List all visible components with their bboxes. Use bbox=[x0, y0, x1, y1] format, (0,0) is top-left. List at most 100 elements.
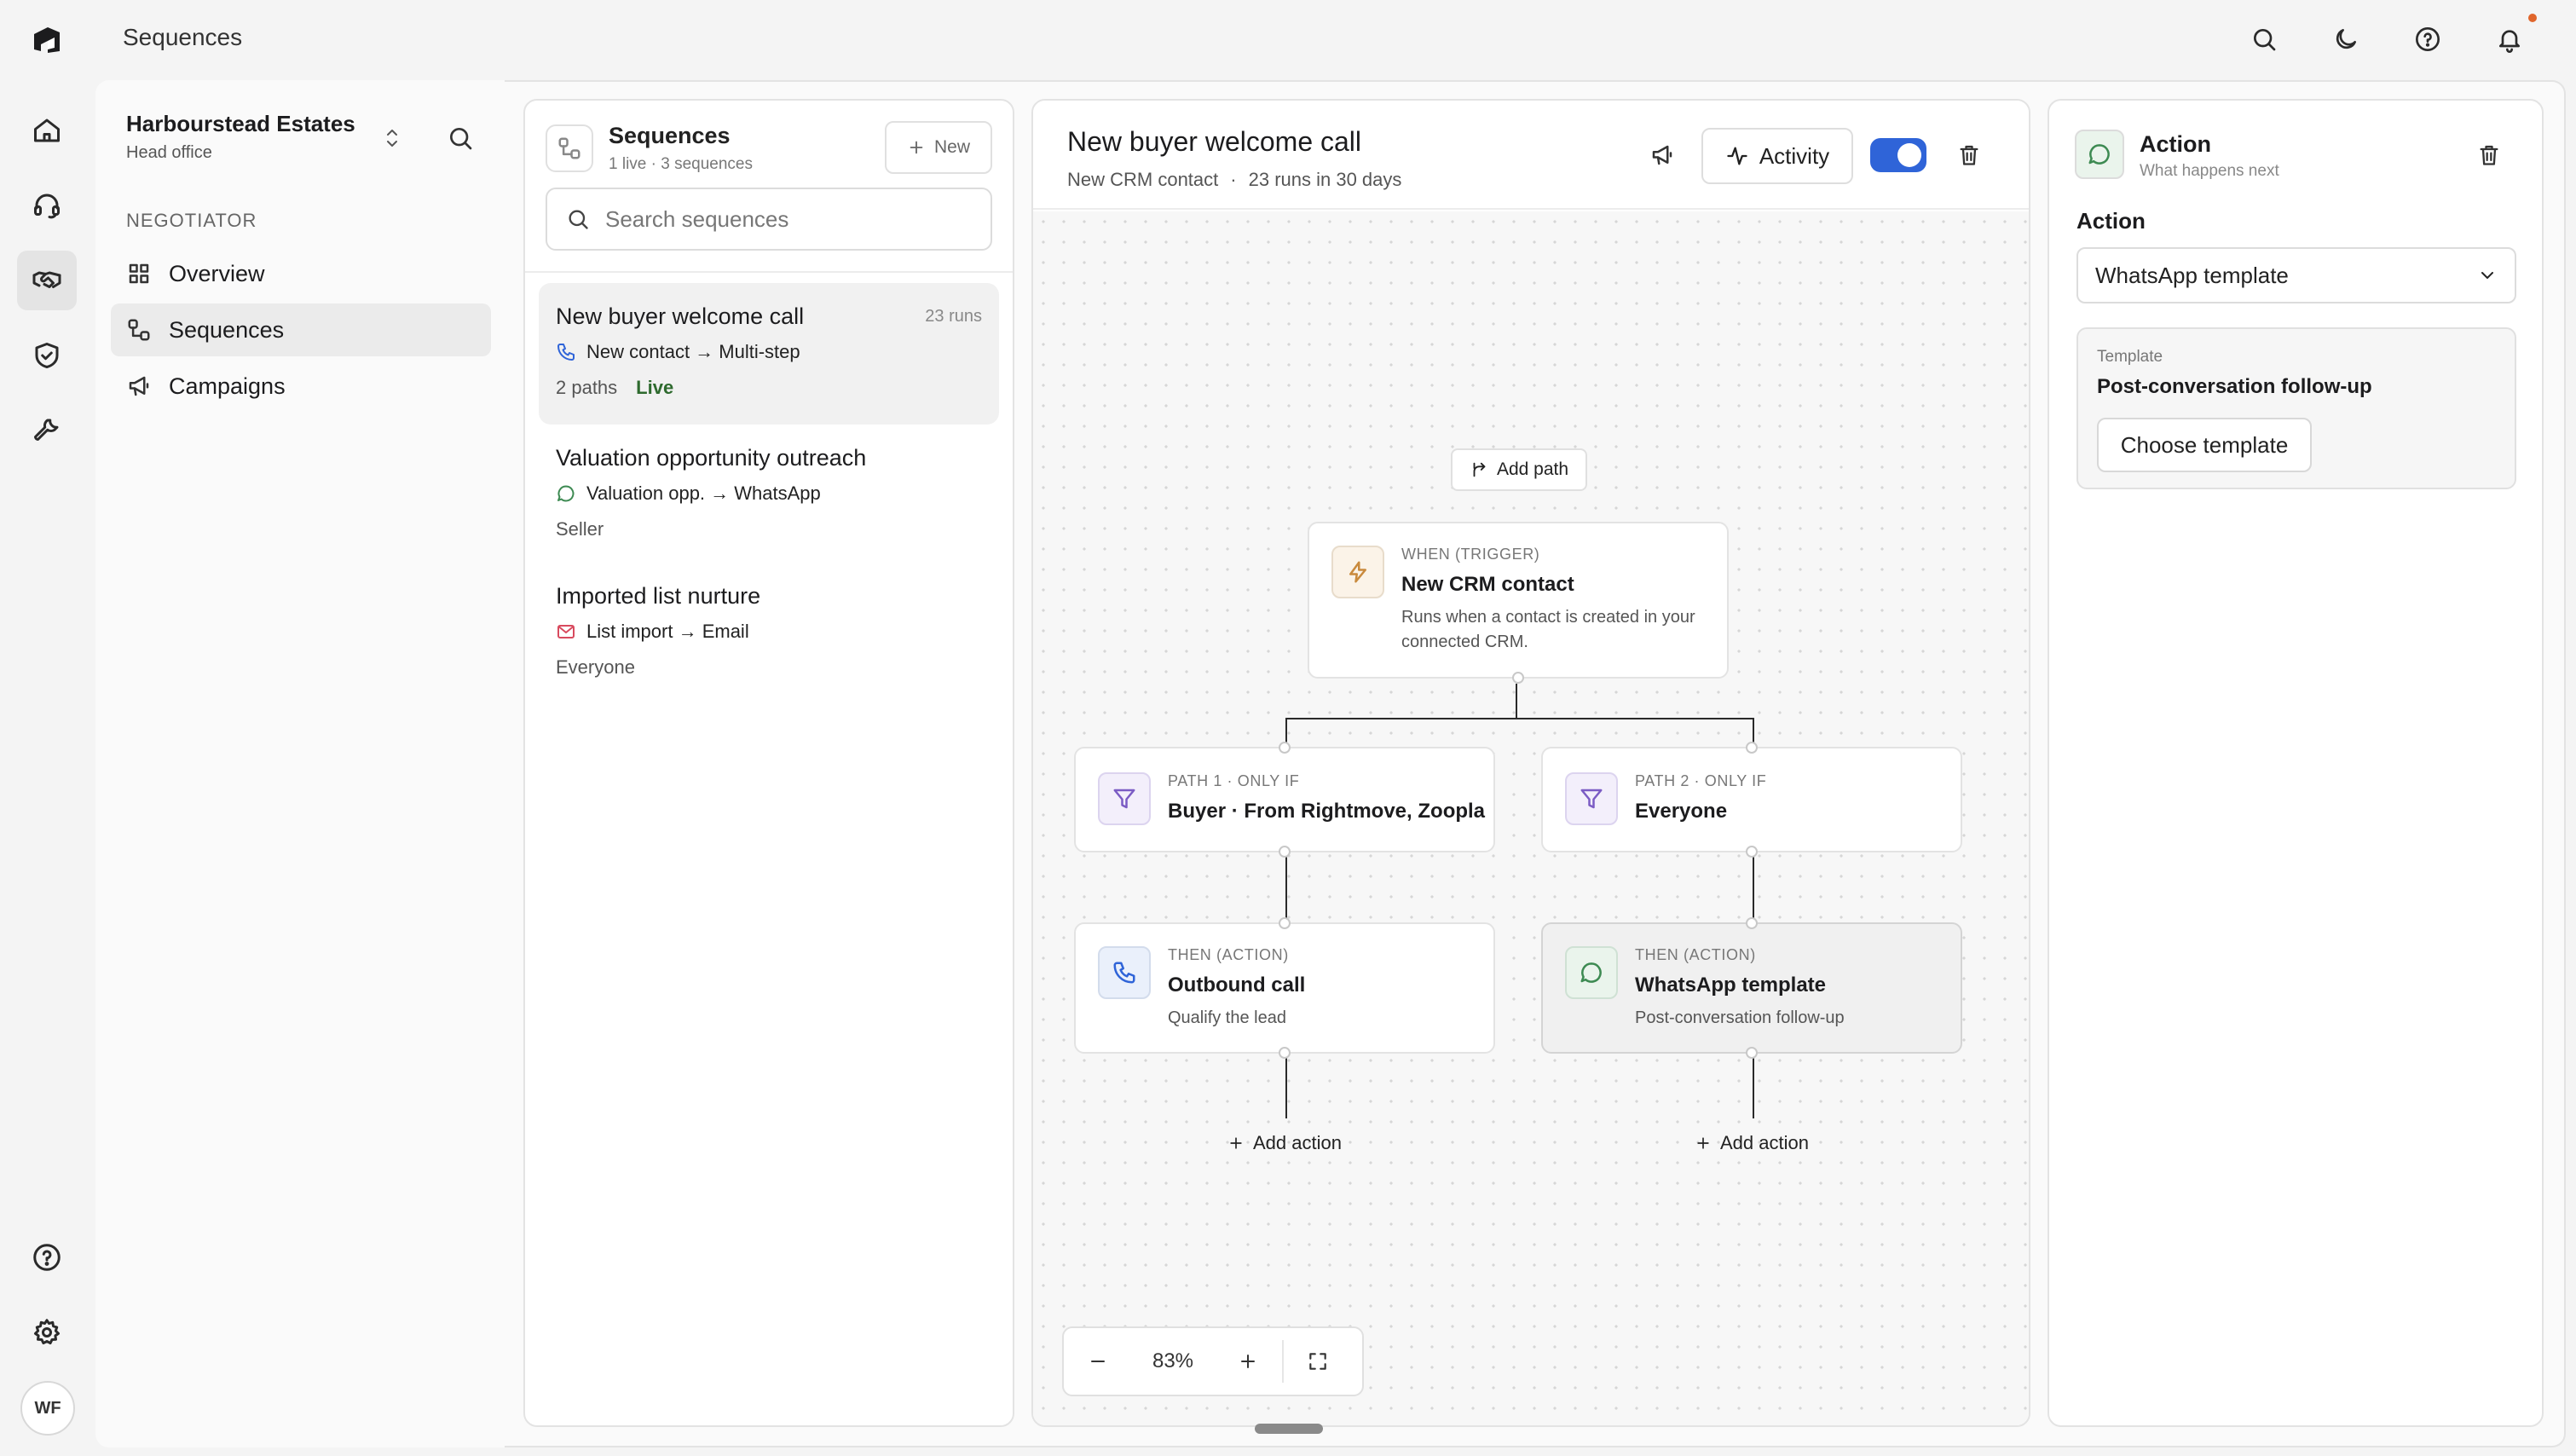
sidebar-item-label: Campaigns bbox=[169, 373, 286, 399]
input-port[interactable] bbox=[1746, 917, 1758, 929]
new-sequence-label: New bbox=[933, 137, 970, 157]
sequences-panel-title: Sequences bbox=[609, 123, 731, 148]
output-port[interactable] bbox=[1279, 846, 1291, 858]
sequence-item-imported-list-nurture[interactable]: Imported list nurture List import → Emai… bbox=[539, 563, 999, 701]
zoom-controls: 83% bbox=[1062, 1326, 1364, 1396]
output-port[interactable] bbox=[1746, 1047, 1758, 1059]
page-title: Sequences bbox=[123, 24, 243, 50]
config-subtitle: What happens next bbox=[2140, 162, 2279, 180]
choose-template-button[interactable]: Choose template bbox=[2097, 418, 2312, 472]
flow-run-count: 23 runs in 30 days bbox=[1248, 169, 1402, 190]
plus-icon bbox=[910, 141, 923, 154]
settings-gear-icon[interactable] bbox=[17, 1303, 77, 1362]
output-port[interactable] bbox=[1746, 846, 1758, 858]
megaphone-icon[interactable] bbox=[1638, 131, 1686, 179]
phone-icon bbox=[557, 344, 575, 361]
sequence-flow: New contact → Multi-step bbox=[586, 341, 800, 362]
flow-canvas-panel: New buyer welcome call New CRM contact ·… bbox=[1031, 99, 2030, 1427]
activity-label: Activity bbox=[1759, 142, 1830, 169]
node-title: Everyone bbox=[1635, 800, 1728, 823]
divider bbox=[525, 271, 1013, 273]
sequence-icon bbox=[128, 319, 150, 341]
node-kicker: WHEN (TRIGGER) bbox=[1401, 546, 1540, 563]
chevron-down-icon bbox=[2481, 272, 2493, 279]
zoom-out-minus-icon[interactable] bbox=[1064, 1327, 1132, 1395]
filter-icon bbox=[1565, 772, 1618, 825]
filter-icon bbox=[1098, 772, 1151, 825]
template-label: Template bbox=[2097, 348, 2163, 366]
plus-icon bbox=[1230, 1137, 1242, 1149]
branch-icon bbox=[1473, 462, 1486, 477]
add-action-button[interactable]: Add action bbox=[1695, 1132, 1809, 1154]
input-port[interactable] bbox=[1279, 917, 1291, 929]
node-kicker: PATH 2 · ONLY IF bbox=[1635, 772, 1767, 789]
trigger-node[interactable]: WHEN (TRIGGER) New CRM contact Runs when… bbox=[1308, 522, 1729, 684]
node-description: Post-conversation follow-up bbox=[1635, 1008, 1845, 1027]
dark-mode-moon-icon[interactable] bbox=[2327, 20, 2365, 58]
app-logo-icon[interactable] bbox=[29, 22, 65, 58]
canvas-header: New buyer welcome call New CRM contact ·… bbox=[1033, 101, 2029, 210]
path-2-condition-node[interactable]: PATH 2 · ONLY IF Everyone bbox=[1541, 742, 1962, 858]
path-1-condition-node[interactable]: PATH 1 · ONLY IF Buyer · From Rightmove,… bbox=[1074, 742, 1495, 858]
sidebar-item-label: Sequences bbox=[169, 316, 285, 343]
chat-icon bbox=[2075, 130, 2124, 179]
add-action-button[interactable]: Add action bbox=[1227, 1132, 1342, 1154]
sequences-panel-subtitle: 1 live · 3 sequences bbox=[609, 155, 753, 173]
separator: · bbox=[1230, 169, 1237, 190]
sequence-item-valuation-opportunity-outreach[interactable]: Valuation opportunity outreach Valuation… bbox=[539, 425, 999, 563]
zoom-in-plus-icon[interactable] bbox=[1214, 1327, 1282, 1395]
add-path-button[interactable]: Add path bbox=[1451, 448, 1587, 491]
wrench-icon[interactable] bbox=[17, 401, 77, 460]
panel-resize-handle[interactable] bbox=[1255, 1424, 1323, 1434]
activity-button[interactable]: Activity bbox=[1701, 128, 1853, 184]
sequence-title: New buyer welcome call bbox=[556, 303, 805, 329]
notifications-bell-icon[interactable] bbox=[2491, 20, 2528, 58]
sequence-enabled-toggle[interactable] bbox=[1870, 138, 1926, 172]
output-port[interactable] bbox=[1512, 672, 1524, 684]
org-name: Harbourstead Estates bbox=[126, 111, 355, 136]
sequence-meta: Seller bbox=[556, 518, 604, 540]
new-sequence-button[interactable]: New bbox=[885, 121, 992, 174]
help-circle-icon[interactable] bbox=[17, 1228, 77, 1287]
add-path-label: Add path bbox=[1496, 459, 1569, 479]
node-description: Runs when a contact is created in your c… bbox=[1401, 608, 1695, 651]
org-switcher-chevrons-icon[interactable] bbox=[377, 123, 407, 153]
fit-view-expand-icon[interactable] bbox=[1284, 1327, 1352, 1395]
node-title: WhatsApp template bbox=[1635, 974, 1827, 997]
shield-check-icon[interactable] bbox=[17, 326, 77, 385]
node-kicker: PATH 1 · ONLY IF bbox=[1168, 772, 1300, 789]
user-avatar[interactable]: WF bbox=[20, 1381, 75, 1436]
handshake-icon[interactable] bbox=[17, 251, 77, 310]
template-name: Post-conversation follow-up bbox=[2097, 375, 2372, 398]
sidebar-item-sequences[interactable]: Sequences bbox=[111, 303, 491, 356]
input-port[interactable] bbox=[1746, 742, 1758, 754]
flow-canvas[interactable]: Add path WHEN (TRIGGER) New CRM contact … bbox=[1033, 211, 2029, 1425]
sequence-search-input[interactable] bbox=[605, 205, 963, 233]
search-icon[interactable] bbox=[2245, 20, 2283, 58]
notification-dot bbox=[2528, 14, 2537, 22]
delete-action-trash-icon[interactable] bbox=[2469, 135, 2510, 176]
connector bbox=[1753, 852, 1754, 922]
grid-icon bbox=[129, 263, 149, 284]
action-field-label: Action bbox=[2076, 208, 2146, 234]
org-subtitle: Head office bbox=[126, 143, 212, 162]
help-icon[interactable] bbox=[2409, 20, 2446, 58]
delete-sequence-trash-icon[interactable] bbox=[1945, 131, 1993, 179]
sidebar-item-campaigns[interactable]: Campaigns bbox=[111, 360, 491, 413]
sidebar-item-overview[interactable]: Overview bbox=[111, 247, 491, 300]
sequence-search-box[interactable] bbox=[546, 188, 992, 251]
flow-trigger-name: New CRM contact bbox=[1067, 169, 1219, 190]
headset-icon[interactable] bbox=[17, 176, 77, 235]
action-node-outbound-call[interactable]: THEN (ACTION) Outbound call Qualify the … bbox=[1074, 917, 1495, 1059]
action-type-select[interactable]: WhatsApp template bbox=[2076, 247, 2516, 303]
mail-icon bbox=[557, 625, 575, 638]
sequence-item-new-buyer-welcome-call[interactable]: New buyer welcome call 23 runs New conta… bbox=[539, 283, 999, 425]
action-node-whatsapp-template[interactable]: THEN (ACTION) WhatsApp template Post-con… bbox=[1541, 917, 1962, 1059]
output-port[interactable] bbox=[1279, 1047, 1291, 1059]
input-port[interactable] bbox=[1279, 742, 1291, 754]
connector bbox=[1516, 684, 1517, 719]
sidebar-search-icon[interactable] bbox=[442, 119, 479, 157]
home-icon[interactable] bbox=[17, 101, 77, 160]
plus-icon bbox=[1697, 1137, 1709, 1149]
status-badge: Live bbox=[636, 377, 674, 398]
